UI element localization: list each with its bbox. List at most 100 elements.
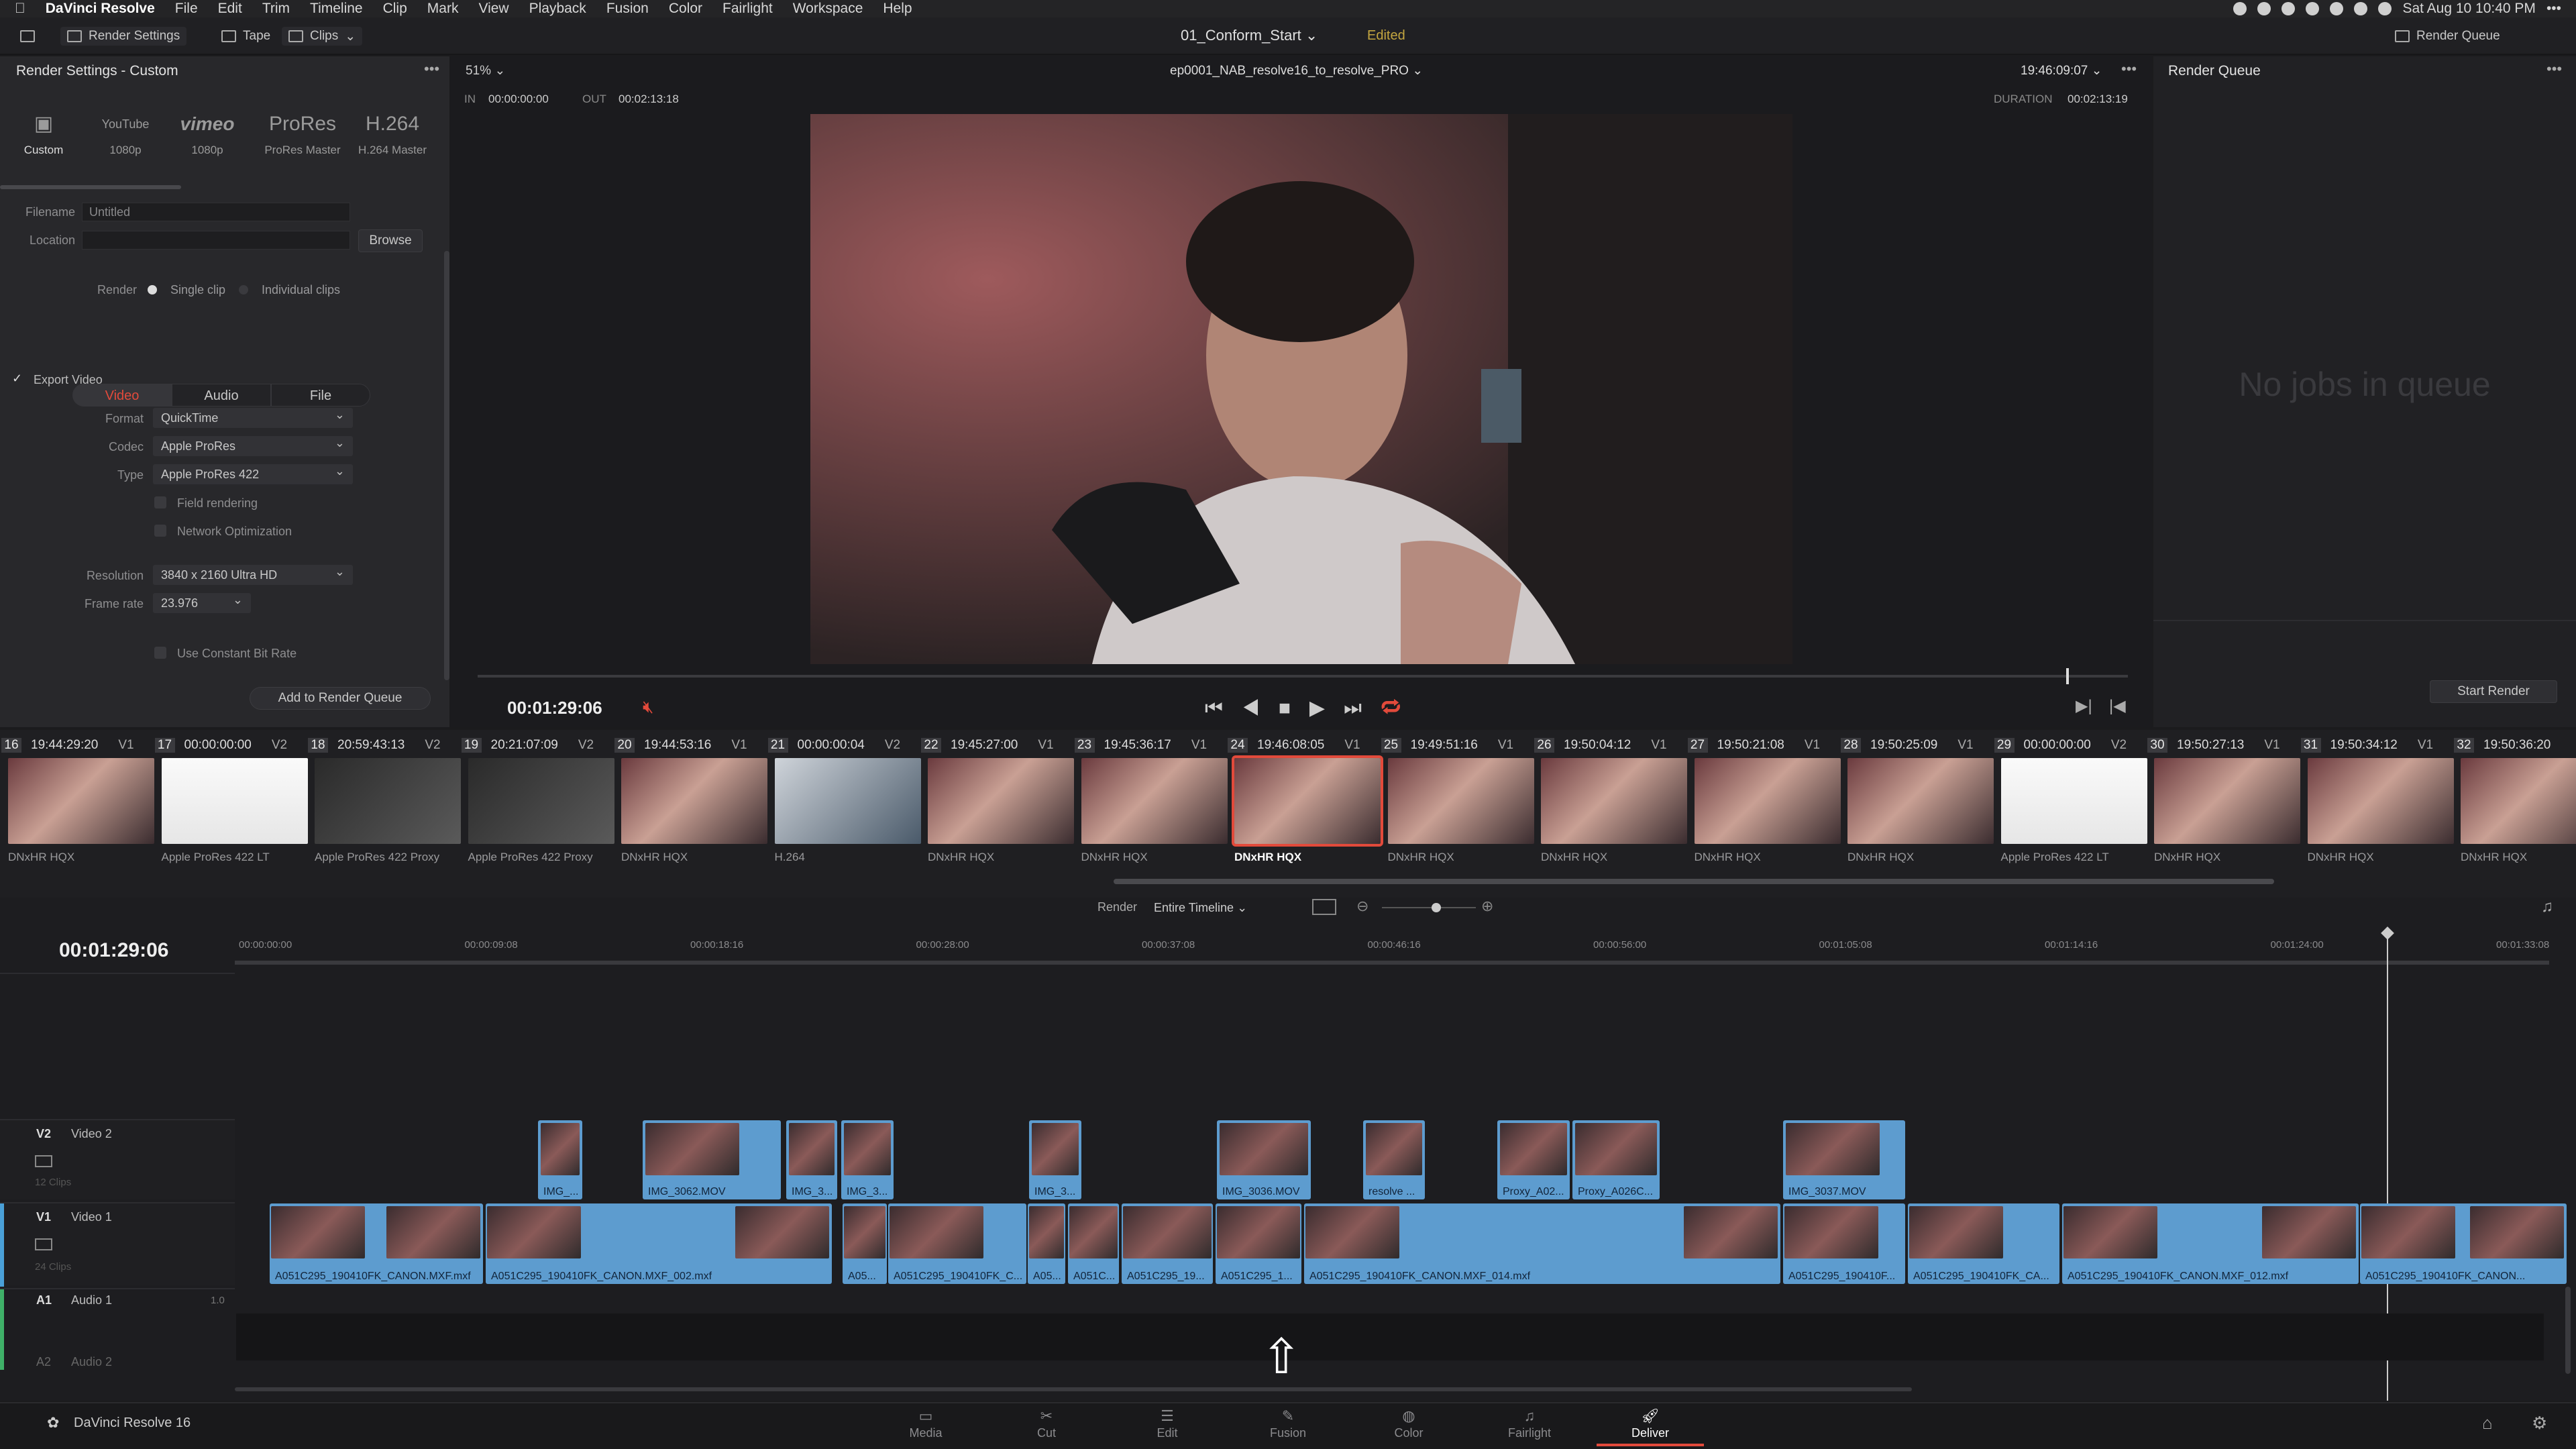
- timeline-name[interactable]: ep0001_NAB_resolve16_to_resolve_PRO ⌄: [1170, 63, 1423, 78]
- tape-toggle[interactable]: Tape: [215, 27, 277, 46]
- clip-strip-scrollbar[interactable]: [1114, 879, 2274, 884]
- network-optimization-checkbox[interactable]: [154, 525, 166, 537]
- clip-thumbnail[interactable]: [928, 758, 1074, 844]
- clock[interactable]: Sat Aug 10 10:40 PM: [2402, 1, 2535, 17]
- clip-thumbnail[interactable]: [621, 758, 767, 844]
- project-title[interactable]: 01_Conform_Start ⌄: [1181, 27, 1318, 44]
- timeline-clip[interactable]: IMG_3...: [841, 1120, 894, 1199]
- single-clip-radio[interactable]: [148, 285, 157, 294]
- scrubber-bar[interactable]: [478, 675, 2128, 678]
- page-tab-fusion[interactable]: ✎ Fusion: [1234, 1406, 1342, 1446]
- clip-thumbnail[interactable]: [8, 758, 154, 844]
- preset-prores[interactable]: ProRes ProRes Master: [259, 105, 346, 157]
- tab-file[interactable]: File: [271, 384, 370, 407]
- stop-icon[interactable]: ■: [1279, 697, 1309, 719]
- menu-workspace[interactable]: Workspace: [793, 1, 863, 17]
- queue-options-icon[interactable]: •••: [2546, 60, 2562, 78]
- playhead[interactable]: [2066, 668, 2069, 684]
- clip-thumbnail[interactable]: [1541, 758, 1687, 844]
- timeline-clip[interactable]: A051C295_190410FK_CANON.MXF_002.mxf: [486, 1203, 832, 1284]
- timeline-clip[interactable]: A05...: [1028, 1203, 1065, 1284]
- timeline-clip[interactable]: Proxy_A026C...: [1572, 1120, 1660, 1199]
- menu-file[interactable]: File: [175, 1, 198, 17]
- zoom-in-icon[interactable]: ⊕: [1481, 898, 1493, 915]
- menu-fairlight[interactable]: Fairlight: [722, 1, 773, 17]
- menu-mark[interactable]: Mark: [427, 1, 459, 17]
- track-header-a1[interactable]: A1 Audio 1 1.0 A2 Audio 2: [0, 1288, 235, 1370]
- mute-icon[interactable]: 🔇︎: [643, 696, 653, 718]
- timeline-clip[interactable]: A051C295_190410FK_CANON.MXF.mxf: [270, 1203, 483, 1284]
- clip-thumbnail[interactable]: [1694, 758, 1841, 844]
- render-settings-toggle[interactable]: Render Settings: [60, 27, 187, 46]
- home-icon[interactable]: ⌂: [2482, 1413, 2493, 1434]
- timeline-clip[interactable]: A051C295_1...: [1216, 1203, 1301, 1284]
- skip-forward-icon[interactable]: ⏭︎: [1344, 697, 1381, 719]
- prev-edit-icon[interactable]: |◀︎: [2109, 696, 2126, 716]
- page-tab-edit[interactable]: ☰ Edit: [1114, 1406, 1221, 1446]
- zoom-out-icon[interactable]: ⊖: [1356, 898, 1368, 915]
- timeline-scrollbar[interactable]: [235, 1387, 1912, 1391]
- zoom-slider-handle[interactable]: [1432, 903, 1441, 912]
- page-tab-deliver[interactable]: 🚀︎ Deliver: [1597, 1406, 1704, 1446]
- timeline-clip[interactable]: IMG_3...: [1029, 1120, 1081, 1199]
- constant-bitrate-checkbox[interactable]: [154, 647, 166, 659]
- preset-h264[interactable]: H.264 H.264 Master: [349, 105, 436, 157]
- menu-timeline[interactable]: Timeline: [310, 1, 363, 17]
- menu-fusion[interactable]: Fusion: [606, 1, 649, 17]
- individual-clips-radio[interactable]: [239, 285, 248, 294]
- render-queue-toggle[interactable]: Render Queue: [2388, 27, 2507, 46]
- track-visibility-icon[interactable]: [35, 1155, 52, 1167]
- status-icon[interactable]: [2257, 2, 2271, 15]
- filename-field[interactable]: Untitled: [82, 203, 350, 221]
- settings-scrollbar[interactable]: [444, 251, 449, 680]
- audio-meter-icon[interactable]: ♫: [2541, 898, 2553, 916]
- page-tab-color[interactable]: ◍ Color: [1355, 1406, 1462, 1446]
- page-tab-cut[interactable]: ✂︎ Cut: [993, 1406, 1100, 1446]
- timeline-clip[interactable]: IMG_3062.MOV: [643, 1120, 781, 1199]
- presets-scrollbar[interactable]: [0, 185, 181, 189]
- timeline-clip[interactable]: A051C295_190410FK_C...: [888, 1203, 1026, 1284]
- menu-edit[interactable]: Edit: [218, 1, 242, 17]
- loop-icon[interactable]: 🔁︎: [1381, 697, 1419, 719]
- menu-color[interactable]: Color: [669, 1, 702, 17]
- timeline-clip[interactable]: A051C295_190410FK_CANON.MXF_012.mxf: [2062, 1203, 2359, 1284]
- menu-view[interactable]: View: [478, 1, 508, 17]
- clips-toggle[interactable]: Clips ⌄: [282, 27, 363, 46]
- browse-button[interactable]: Browse: [358, 229, 423, 252]
- add-to-render-queue-button[interactable]: Add to Render Queue: [250, 687, 431, 710]
- format-select[interactable]: QuickTime: [153, 405, 353, 428]
- menu-help[interactable]: Help: [883, 1, 912, 17]
- tab-video[interactable]: Video: [72, 384, 172, 407]
- more-icon[interactable]: •••: [2546, 1, 2561, 17]
- timeline-clip[interactable]: IMG_3...: [786, 1120, 837, 1199]
- codec-select[interactable]: Apple ProRes: [153, 433, 353, 456]
- menu-app-name[interactable]: DaVinci Resolve: [46, 1, 155, 17]
- audio-track-area[interactable]: [236, 1313, 2544, 1360]
- timeline-clip[interactable]: IMG_3036.MOV: [1217, 1120, 1311, 1199]
- timeline-clip[interactable]: IMG_3037.MOV: [1783, 1120, 1905, 1199]
- play-icon[interactable]: ▶︎: [1309, 697, 1344, 719]
- tab-audio[interactable]: Audio: [172, 384, 271, 407]
- options-icon[interactable]: •••: [424, 60, 439, 78]
- timeline-clip[interactable]: A051C295_190410F...: [1783, 1203, 1905, 1284]
- field-rendering-checkbox[interactable]: [154, 496, 166, 508]
- skip-back-icon[interactable]: ⏮︎: [1205, 697, 1242, 719]
- preset-vimeo[interactable]: vimeo 1080p: [164, 105, 251, 157]
- timeline-clip[interactable]: resolve ...: [1363, 1120, 1425, 1199]
- clip-thumbnail[interactable]: [774, 758, 921, 844]
- viewer-options-icon[interactable]: •••: [2121, 60, 2137, 78]
- reverse-icon[interactable]: ◀︎: [1242, 697, 1279, 719]
- gear-icon[interactable]: ⚙: [2532, 1413, 2547, 1434]
- bluetooth-icon[interactable]: [2306, 2, 2320, 15]
- clip-thumbnail[interactable]: [2307, 758, 2454, 844]
- menu-trim[interactable]: Trim: [262, 1, 290, 17]
- status-icon[interactable]: [2282, 2, 2296, 15]
- render-range-select[interactable]: Entire Timeline ⌄: [1154, 898, 1268, 918]
- clip-thumbnail[interactable]: [161, 758, 308, 844]
- source-timecode[interactable]: 19:46:09:07 ⌄: [2021, 63, 2102, 78]
- track-header-v2[interactable]: V2 Video 2 12 Clips: [0, 1119, 235, 1199]
- preset-custom[interactable]: ▣ Custom: [0, 105, 87, 157]
- framerate-select[interactable]: 23.976: [153, 590, 251, 613]
- timeline-view-icon[interactable]: [1312, 899, 1336, 915]
- clip-thumbnail[interactable]: [1387, 758, 1534, 844]
